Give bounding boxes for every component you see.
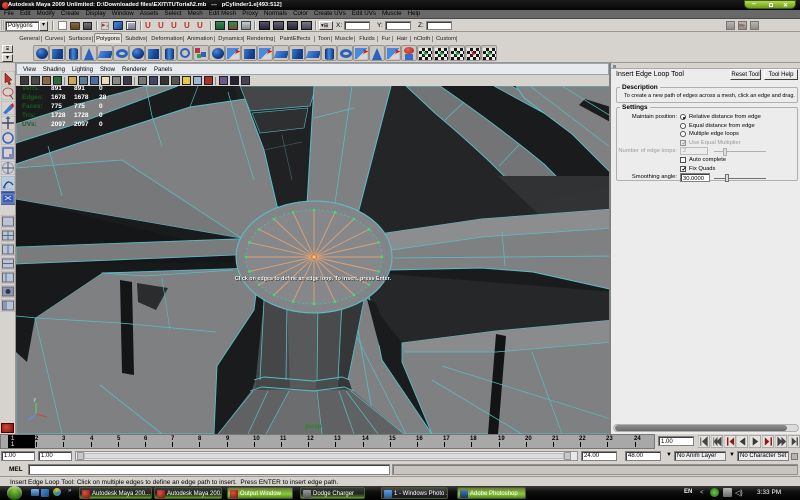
svg-text:Verts:: Verts: (22, 86, 40, 92)
svg-text:0: 0 (99, 112, 103, 119)
svg-text:Edges:: Edges: (22, 94, 44, 101)
svg-text:891: 891 (74, 86, 85, 92)
svg-text:1728: 1728 (51, 112, 66, 119)
svg-text:0: 0 (99, 121, 103, 128)
svg-text:0: 0 (99, 86, 103, 92)
svg-text:1678: 1678 (51, 94, 66, 101)
svg-text:1728: 1728 (74, 112, 89, 119)
svg-text:28: 28 (99, 94, 107, 101)
svg-text:Faces:: Faces: (22, 103, 43, 110)
svg-text:2097: 2097 (51, 121, 66, 128)
svg-text:Click on edges to define an ed: Click on edges to define an edge loop. T… (235, 276, 391, 282)
svg-text:0: 0 (99, 103, 103, 110)
svg-text:Tris:: Tris: (22, 112, 36, 119)
svg-text:891: 891 (51, 86, 62, 92)
svg-text:1678: 1678 (74, 94, 89, 101)
svg-text:775: 775 (74, 103, 85, 110)
svg-text:UVs:: UVs: (22, 121, 37, 128)
svg-text:2097: 2097 (74, 121, 89, 128)
svg-text:775: 775 (51, 103, 62, 110)
svg-text:persp: persp (305, 424, 322, 430)
